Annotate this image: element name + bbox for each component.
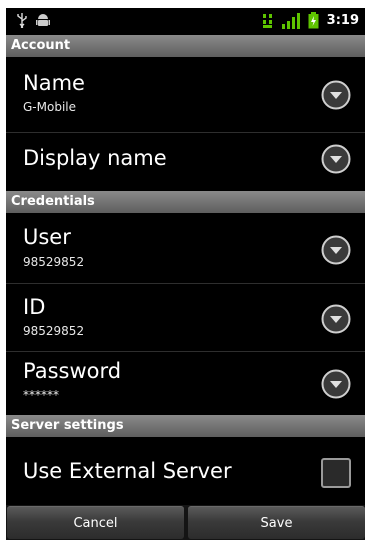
pref-row-password[interactable]: Password ****** (6, 352, 365, 415)
chevron-down-icon[interactable] (321, 369, 351, 399)
id-value: 98529852 (23, 324, 85, 338)
status-bar: 3:19 (6, 8, 365, 34)
section-header-server-settings: Server settings (6, 415, 365, 437)
pref-row-name[interactable]: Name G-Mobile (6, 57, 365, 132)
user-label: User (23, 225, 71, 249)
pref-row-user[interactable]: User 98529852 (6, 213, 365, 283)
password-label: Password (23, 359, 122, 383)
data-activity-icon (262, 13, 272, 28)
user-value: 98529852 (23, 255, 85, 269)
android-debug-icon (36, 14, 50, 26)
chevron-down-icon[interactable] (321, 235, 351, 265)
use-external-server-label: Use External Server (23, 459, 232, 483)
section-header-account: Account (6, 35, 365, 57)
pref-row-use-external-server[interactable]: Use External Server (6, 437, 365, 505)
use-external-server-checkbox[interactable] (321, 458, 351, 488)
usb-icon (17, 13, 27, 28)
name-label: Name (23, 71, 85, 95)
pref-row-id[interactable]: ID 98529852 (6, 284, 365, 351)
android-screen: 3:19 Account Name G-Mobile Display name … (6, 8, 365, 540)
display-name-label: Display name (23, 146, 167, 170)
section-header-credentials: Credentials (6, 191, 365, 213)
battery-icon (308, 12, 319, 29)
status-time: 3:19 (326, 13, 359, 28)
signal-icon (281, 12, 300, 29)
chevron-down-icon[interactable] (321, 80, 351, 110)
name-value: G-Mobile (23, 100, 76, 114)
save-button[interactable]: Save (188, 506, 365, 539)
chevron-down-icon[interactable] (321, 304, 351, 334)
id-label: ID (23, 295, 46, 319)
button-bar: Cancel Save (6, 505, 365, 540)
chevron-down-icon[interactable] (321, 144, 351, 174)
password-value: ****** (23, 388, 59, 402)
pref-row-display-name[interactable]: Display name (6, 133, 365, 190)
cancel-button[interactable]: Cancel (7, 506, 184, 539)
